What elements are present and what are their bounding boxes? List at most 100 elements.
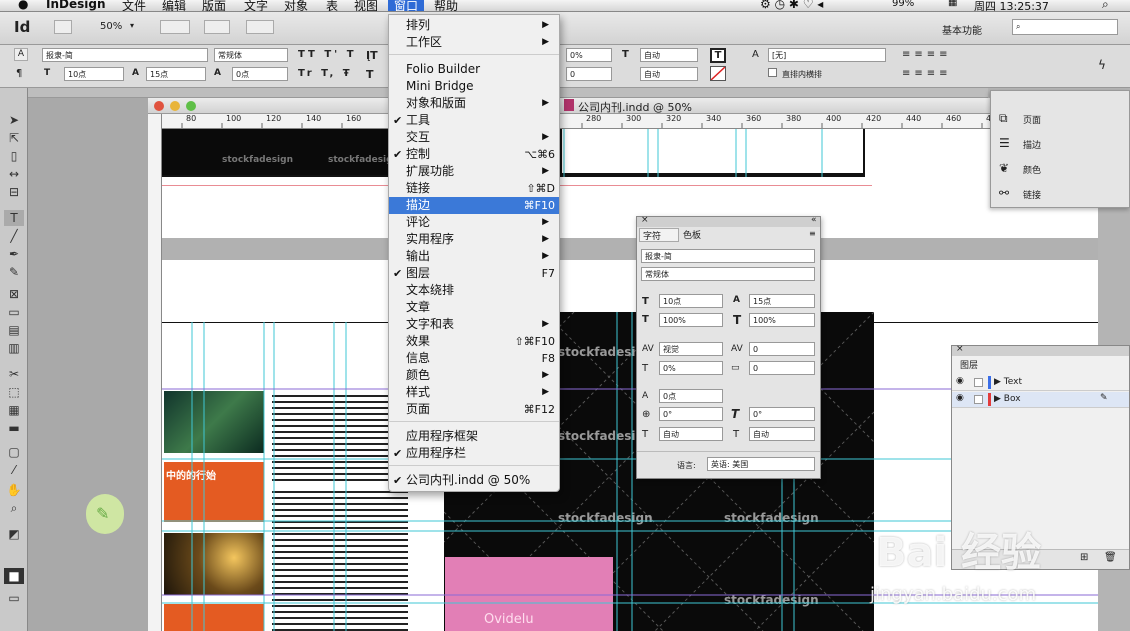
scissors-tool-icon[interactable]: ✂ [4,366,24,382]
spotlight-icon[interactable]: ⌕ [1102,0,1109,11]
leading-field[interactable]: 15点 [146,67,206,81]
menu-item-app-bar[interactable]: ✔ 应用程序栏 [389,445,559,462]
zoom-tool-icon[interactable]: ⌕ [4,500,24,516]
lightning-icon[interactable]: ϟ [1098,58,1106,72]
dock-item-links[interactable]: 链接 [1023,188,1041,201]
bridge-icon[interactable] [54,20,72,34]
kerning-field[interactable]: 视觉 [659,342,723,356]
stroke-icon[interactable]: ☰ [999,136,1010,150]
gradient-feather-tool-icon[interactable]: ▬ [4,420,24,436]
menu-item-links[interactable]: 链接 ⇧⌘D [389,180,559,197]
aki-before-field[interactable]: 自动 [640,48,698,62]
content-collector-icon[interactable]: ⊟ [4,184,24,200]
menu-item-tools[interactable]: ✔ 工具 [389,112,559,129]
eye-icon[interactable]: ◉ [956,376,964,386]
menu-item-type-tables[interactable]: 文字和表 ▶ [389,316,559,333]
type-style-buttons-2[interactable]: Tr T, Ŧ [298,68,353,79]
menu-item-output[interactable]: 输出 ▶ [389,248,559,265]
menu-item-arrange[interactable]: 排列 ▶ [389,17,559,34]
fill-stroke-icon[interactable]: ◩ [4,526,24,542]
menu-item-styles[interactable]: 样式 ▶ [389,384,559,401]
menu-layout[interactable]: 版面 [202,0,226,11]
tracking-field[interactable]: 0 [749,342,815,356]
arrange-docs-button[interactable] [246,20,274,34]
preview-mode-icon[interactable]: ■ [4,568,24,584]
font-style-field[interactable]: 常规体 [641,267,815,281]
pen-tool-icon[interactable]: ✒ [4,246,24,262]
baseline-shift-field[interactable]: 0点 [659,389,723,403]
pencil-tool-icon[interactable]: ✎ [4,264,24,280]
skew-field[interactable]: 0° [749,407,815,421]
aki-after-field[interactable]: 自动 [640,67,698,81]
menu-type[interactable]: 文字 [244,0,268,11]
menu-item-mini-bridge[interactable]: Mini Bridge [389,78,559,95]
menu-table[interactable]: 表 [326,0,338,11]
font-size-field[interactable]: 10点 [659,294,723,308]
menu-file[interactable]: 文件 [122,0,146,11]
kerning-field[interactable]: 0点 [232,67,288,81]
eye-icon[interactable]: ◉ [956,393,964,403]
page-tool-icon[interactable]: ▯ [4,148,24,164]
tate-chu-yoko-checkbox[interactable] [768,68,777,77]
rectangle-tool-icon[interactable]: ▭ [4,304,24,320]
justify-buttons[interactable]: ≡≡≡≡ [902,68,952,79]
character-mode-icon[interactable]: A [14,48,28,61]
align-buttons[interactable]: ≡≡≡≡ [902,49,952,60]
dock-item-color[interactable]: 颜色 [1023,163,1041,176]
line-tool-icon[interactable]: ╱ [4,228,24,244]
menu-window[interactable]: 窗口 [388,0,425,11]
menu-item-comments[interactable]: 评论 ▶ [389,214,559,231]
menu-view[interactable]: 视图 [354,0,378,11]
workspace-switcher[interactable]: 基本功能 [942,22,982,37]
paragraph-mode-icon[interactable]: ¶ [16,68,22,79]
delete-layer-icon[interactable]: 🗑 [1104,552,1117,563]
screen-mode-button[interactable] [204,20,230,34]
character-rotation-field[interactable]: 0° [659,407,723,421]
menu-item-extensions[interactable]: 扩展功能 ▶ [389,163,559,180]
view-options-button[interactable] [160,20,190,34]
horizontal-scale-field[interactable]: 100% [749,313,815,327]
note-tool-icon[interactable]: ▢ [4,444,24,460]
font-size-field[interactable]: 10点 [64,67,124,81]
tab-character[interactable]: 字符 [639,228,679,242]
tab-swatches[interactable]: 色板 [680,228,708,242]
layer-row[interactable]: ◉ ▶ Box ✎ [952,392,1129,408]
close-icon[interactable]: × [956,344,964,354]
menu-item-workspace[interactable]: 工作区 ▶ [389,34,559,51]
language-select[interactable]: 英语: 美国 [707,457,815,471]
character-style-field[interactable]: [无] [768,48,886,62]
dock-item-pages[interactable]: 页面 [1023,113,1041,126]
zoom-level[interactable]: 50% [100,21,122,32]
zoom-dropdown-icon[interactable]: ▾ [130,21,134,30]
free-transform-tool-icon[interactable]: ⬚ [4,384,24,400]
aki-after-field[interactable]: 自动 [749,427,815,441]
vertical-ruler[interactable] [148,114,162,631]
lock-toggle[interactable] [974,395,983,404]
close-icon[interactable]: × [641,215,649,225]
dock-item-stroke[interactable]: 描边 [1023,138,1041,151]
menu-item-info[interactable]: 信息 F8 [389,350,559,367]
grid-field[interactable]: 0 [566,67,612,81]
type-tool-icon[interactable]: T [4,210,24,226]
aki-before-field[interactable]: 自动 [659,427,723,441]
leading-field[interactable]: 15点 [749,294,815,308]
horizontal-ruler[interactable]: 80 100 120 140 160 280 300 320 340 360 3… [162,114,990,129]
menu-item-folio-builder[interactable]: Folio Builder [389,61,559,78]
panel-header[interactable] [952,346,1129,356]
panel-header[interactable] [637,217,820,227]
menu-item-stroke[interactable]: 描边 ⌘F10 [389,197,559,214]
search-input[interactable]: ⌕ [1012,19,1118,35]
menu-item-control[interactable]: ✔ 控制 ⌥⌘6 [389,146,559,163]
font-family-field[interactable]: 报隶-简 [42,48,208,62]
horizontal-grid-tool-icon[interactable]: ▤ [4,322,24,338]
menu-item-app-frame[interactable]: 应用程序框架 [389,428,559,445]
font-style-field[interactable]: 常规体 [214,48,288,62]
close-window-icon[interactable] [154,101,164,111]
menu-item-effects[interactable]: 效果 ⇧⌘F10 [389,333,559,350]
type-style-buttons[interactable]: TT T' T [298,49,357,60]
hand-tool-icon[interactable]: ✋ [4,482,24,498]
app-menu[interactable]: InDesign [46,0,106,11]
menu-item-open-document[interactable]: ✔ 公司内刊.indd @ 50% [389,472,559,489]
menu-item-pages[interactable]: 页面 ⌘F12 [389,401,559,418]
menu-item-articles[interactable]: 文章 [389,299,559,316]
